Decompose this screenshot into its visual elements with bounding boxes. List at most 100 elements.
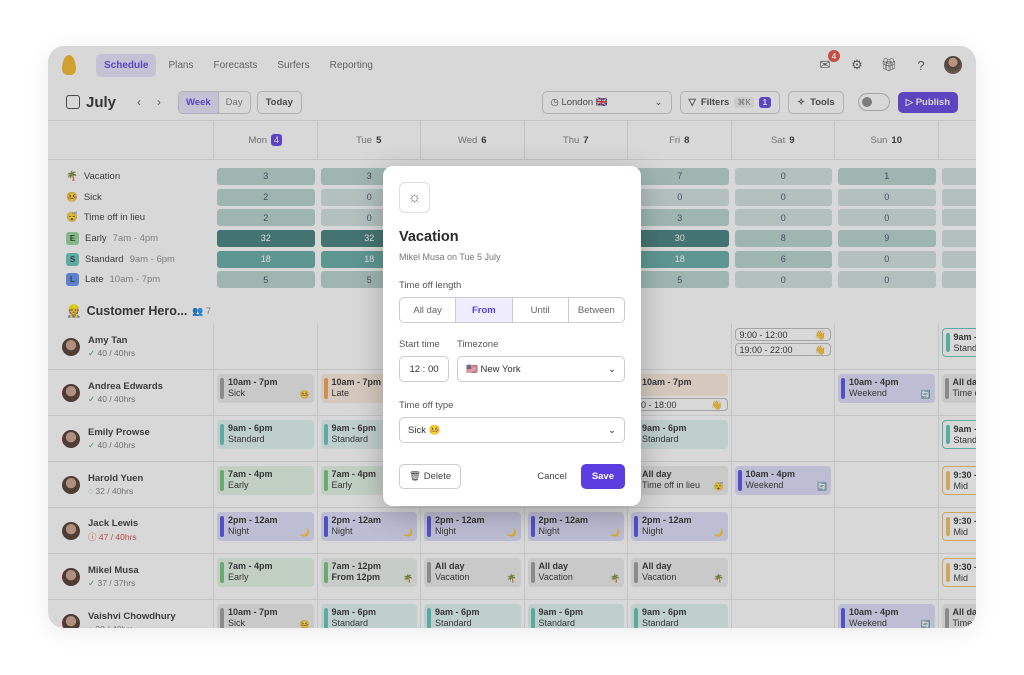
stat-cell[interactable]: 0 — [838, 271, 936, 289]
schedule-cell[interactable]: All day Vacation 🌴 — [421, 554, 525, 600]
schedule-cell[interactable]: 2pm - 12am Night 🌙 — [525, 508, 628, 554]
stat-cell[interactable]: 0 — [838, 250, 936, 268]
tools-button[interactable]: ✧ Tools — [788, 90, 844, 114]
shift-card[interactable]: 2pm - 12am Night 🌙 — [527, 512, 624, 542]
timezone-select[interactable]: 🇺🇸 New York ⌄ — [457, 356, 625, 382]
shift-card[interactable]: 2pm - 12am Night 🌙 — [424, 512, 521, 542]
shift-card[interactable]: 7am - 4pm Early — [217, 466, 314, 496]
stat-cell[interactable]: 3 — [217, 167, 315, 185]
schedule-cell[interactable]: 7am - 12pm From 12pm 🌴 — [318, 554, 421, 600]
save-button[interactable]: Save — [580, 464, 625, 489]
person-info[interactable]: Vaishvi Chowdhury38 / 40hrs — [48, 600, 214, 628]
schedule-cell[interactable]: 9am - 6pm Standard — [628, 416, 732, 462]
length-option-all-day[interactable]: All day — [400, 298, 457, 322]
stat-cell[interactable]: 2 — [217, 209, 315, 227]
nav-forecasts[interactable]: Forecasts — [205, 54, 265, 77]
shift-card[interactable]: 2pm - 12am Night 🌙 — [217, 512, 314, 542]
schedule-cell[interactable]: 2pm - 12am Night 🌙 — [421, 508, 525, 554]
schedule-cell[interactable]: 2pm - 12am Night 🌙 — [214, 508, 318, 554]
delete-button[interactable]: 🗑︎ Delete — [399, 464, 462, 489]
shift-card[interactable]: 9am -Stand. — [941, 420, 976, 450]
schedule-cell[interactable]: 7am - 4pm Early — [214, 554, 318, 600]
schedule-cell[interactable]: 10am - 4pm Weekend 🔄 — [732, 462, 835, 508]
shift-card[interactable]: All day Vacation 🌴 — [631, 558, 728, 588]
shift-card[interactable]: 9am - 6pm Standard — [217, 420, 314, 450]
schedule-cell[interactable]: All dayTime o — [939, 370, 976, 415]
gift-icon[interactable]: 🎁︎ — [880, 56, 898, 74]
schedule-cell[interactable]: 10am - 7pm Sick 🤒 — [214, 600, 318, 628]
schedule-cell[interactable]: 2pm - 12am Night 🌙 — [318, 508, 421, 554]
shift-card[interactable]: 10am - 7pm Sick 🤒 — [217, 374, 314, 404]
schedule-cell[interactable] — [732, 508, 835, 554]
shift-card[interactable]: 9am - 6pm Standard — [527, 604, 624, 628]
next-arrow-icon[interactable]: › — [152, 95, 166, 109]
schedule-cell[interactable] — [835, 416, 939, 462]
schedule-cell[interactable]: 9am -Stand. — [939, 324, 976, 369]
shift-card[interactable]: 10am - 4pm Weekend 🔄 — [734, 466, 831, 496]
stat-cell[interactable]: 18 — [631, 250, 729, 268]
schedule-cell[interactable]: All day Time off in lieu 😴 — [628, 462, 732, 508]
schedule-cell[interactable]: 9:30 - Mid — [939, 462, 976, 507]
schedule-cell[interactable] — [628, 324, 732, 370]
schedule-cell[interactable] — [732, 370, 835, 416]
filters-button[interactable]: ▽ Filters ⌘K 1 — [679, 90, 781, 114]
stat-cell[interactable]: 0 — [734, 209, 832, 227]
stat-cell[interactable]: 8 — [734, 229, 832, 247]
shift-card[interactable]: All day Time off in lieu 😴 — [631, 466, 728, 496]
nav-surfers[interactable]: Surfers — [269, 54, 317, 77]
nav-schedule[interactable]: Schedule — [96, 53, 157, 77]
schedule-cell[interactable]: 9:30 - Mid — [939, 554, 976, 599]
nav-reporting[interactable]: Reporting — [322, 54, 381, 77]
stat-cell[interactable]: 0 — [838, 209, 936, 227]
shift-card[interactable]: All day Vacation 🌴 — [527, 558, 624, 588]
schedule-cell[interactable] — [835, 554, 939, 600]
schedule-cell[interactable]: All day Vacation 🌴 — [628, 554, 732, 600]
view-toggle-switch[interactable] — [857, 93, 890, 111]
shift-card[interactable]: 9am - 6pm Standard — [631, 604, 728, 628]
shift-card[interactable]: 2pm - 12am Night 🌙 — [320, 512, 417, 542]
schedule-cell[interactable] — [835, 508, 939, 554]
stat-cell[interactable]: 18 — [217, 250, 315, 268]
stat-cell[interactable]: 3 — [631, 209, 729, 227]
user-avatar[interactable] — [944, 56, 962, 74]
stat-cell[interactable]: 0 — [631, 188, 729, 206]
person-info[interactable]: Andrea Edwards 40 / 40hrs — [48, 370, 214, 416]
schedule-cell[interactable]: 7am - 4pm Early — [214, 462, 318, 508]
stat-cell[interactable]: 0 — [838, 188, 936, 206]
schedule-cell[interactable]: 9am - 6pm Standard — [318, 600, 421, 628]
person-info[interactable]: Harold Yuen32 / 40hrs — [48, 462, 214, 508]
schedule-cell[interactable] — [732, 554, 835, 600]
schedule-cell[interactable]: All dayTime — [939, 600, 976, 628]
schedule-cell[interactable]: All day Vacation 🌴 — [525, 554, 628, 600]
availability-slot[interactable]: 19:00 - 22:00 👋 — [734, 343, 831, 357]
shift-card[interactable]: 9am - 6pm Standard — [424, 604, 521, 628]
nav-plans[interactable]: Plans — [160, 54, 201, 77]
schedule-cell[interactable]: 9:00 - 12:00 👋 19:00 - 22:00 👋 — [732, 324, 835, 370]
schedule-cell[interactable]: 10am - 4pm Weekend 🔄 — [835, 600, 939, 628]
schedule-cell[interactable] — [835, 462, 939, 508]
publish-button[interactable]: ▷ Publish — [897, 91, 958, 113]
stat-cell[interactable]: 7 — [631, 167, 729, 185]
location-select[interactable]: ◷ London 🇬🇧 ⌄ — [541, 90, 672, 114]
stat-cell[interactable] — [941, 188, 976, 206]
stat-cell[interactable] — [941, 209, 976, 227]
shift-card[interactable]: 9am - 6pm Standard — [631, 420, 728, 450]
schedule-cell[interactable]: 2pm - 12am Night 🌙 — [628, 508, 732, 554]
type-select[interactable]: Sick 🤒 ⌄ — [399, 417, 625, 443]
view-week[interactable]: Week — [179, 91, 219, 113]
schedule-cell[interactable]: 10am - 7pm 00 - 18:00 👋 — [628, 370, 732, 416]
inbox-icon[interactable]: ✉ 4 — [816, 50, 840, 74]
stat-cell[interactable] — [941, 167, 976, 185]
stat-cell[interactable]: 0 — [734, 188, 832, 206]
stat-cell[interactable]: 0 — [734, 271, 832, 289]
person-info[interactable]: Jack Lewis47 / 40hrs — [48, 508, 214, 554]
shift-card[interactable]: 9:30 - Mid — [941, 466, 976, 496]
schedule-cell[interactable]: 9am - 6pm Standard — [628, 600, 732, 628]
shift-card[interactable]: All day Vacation 🌴 — [424, 558, 521, 588]
person-info[interactable]: Amy Tan 40 / 40hrs — [48, 324, 214, 370]
stat-cell[interactable] — [941, 229, 976, 247]
today-button[interactable]: Today — [256, 90, 302, 114]
shift-card[interactable]: 10am - 4pm Weekend 🔄 — [838, 604, 935, 628]
stat-cell[interactable]: 6 — [734, 250, 832, 268]
gear-icon[interactable]: ⚙ — [848, 56, 866, 74]
